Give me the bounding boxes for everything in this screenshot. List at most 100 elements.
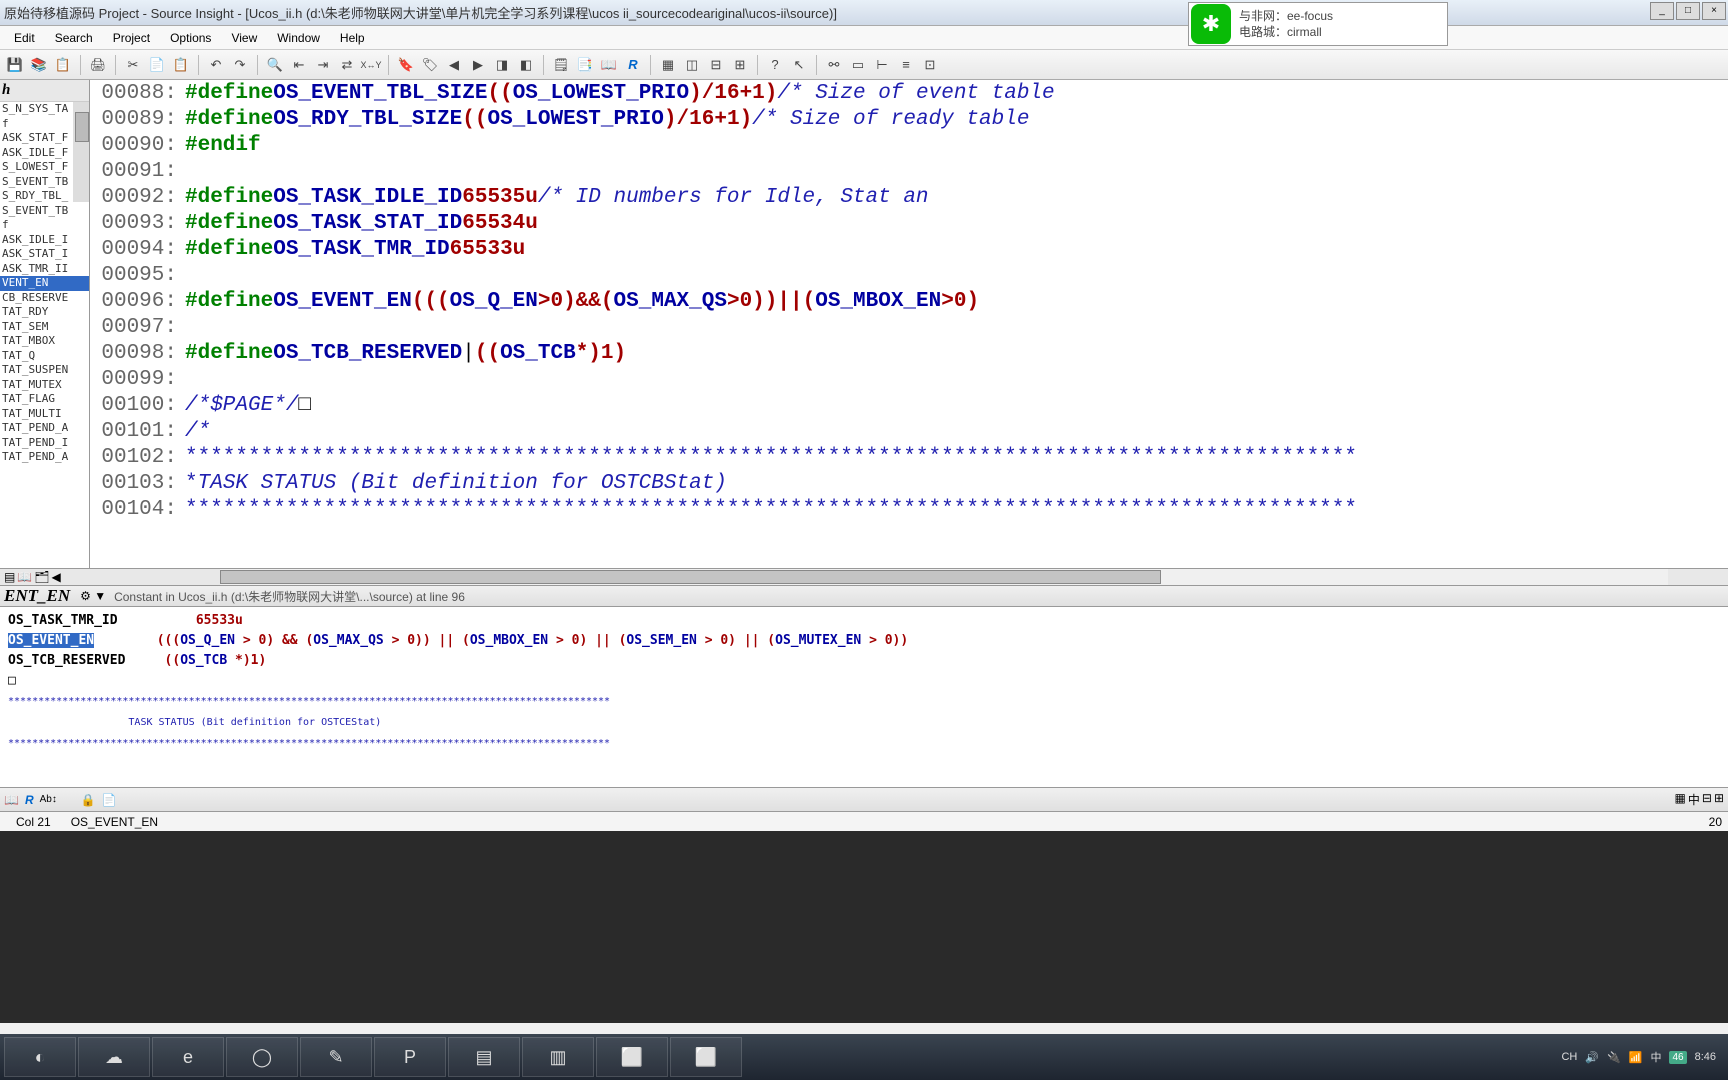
taskbar-app-1[interactable]: ☁ [78,1037,150,1077]
cut-icon[interactable]: ✂ [122,54,144,76]
symbol-item[interactable]: TAT_RDY [0,305,89,320]
hscroll-thumb[interactable] [220,570,1161,584]
symbol-item[interactable]: TAT_PEND_A [0,450,89,465]
code-line[interactable]: 00104: *********************************… [100,496,1728,522]
context-body[interactable]: OS_TASK_TMR_ID 65533uOS_EVENT_EN (((OS_Q… [0,607,1728,787]
taskbar-app-6[interactable]: ▤ [448,1037,520,1077]
code-line[interactable]: 00098: #define OS_TCB_RESERVED| ((OS_TCB… [100,340,1728,366]
code-line[interactable]: 00092: #define OS_TASK_IDLE_ID 65535u /*… [100,184,1728,210]
layout4-icon[interactable]: ⊞ [1714,791,1724,808]
taskbar[interactable]: ◐☁e◯✎P▤▥⬜⬜CH🔊🔌📶中468:46 [0,1034,1728,1080]
find-next-icon[interactable]: ⇥ [312,54,334,76]
box-icon[interactable]: ▭ [847,54,869,76]
menu-help[interactable]: Help [330,29,375,47]
horizontal-scrollbar[interactable]: ▤ 📖 🗂 ◀ [0,568,1728,585]
taskbar-app-3[interactable]: ◯ [226,1037,298,1077]
bookmark2-icon[interactable]: 🏷 [419,54,441,76]
lock-icon[interactable]: 🔒 [81,793,96,807]
view-icon[interactable]: ▤ [4,570,15,584]
window-icon[interactable]: ⊡ [919,54,941,76]
print-icon[interactable]: 🖨 [87,54,109,76]
taskbar-app-2[interactable]: e [152,1037,224,1077]
close-button[interactable]: × [1702,2,1726,20]
panel1-icon[interactable]: ▦ [657,54,679,76]
panel4-icon[interactable]: ⊞ [729,54,751,76]
code-line[interactable]: 00099: [100,366,1728,392]
symbol-item[interactable]: ASK_STAT_I [0,247,89,262]
panel2-icon[interactable]: ◫ [681,54,703,76]
book-icon[interactable]: 📖 [598,54,620,76]
layout3-icon[interactable]: ⊟ [1702,791,1712,808]
sidebar-scrollbar[interactable] [73,102,89,202]
tree-icon[interactable]: ⊢ [871,54,893,76]
menu-search[interactable]: Search [45,29,103,47]
code-line[interactable]: 00094: #define OS_TASK_TMR_ID 65533u [100,236,1728,262]
code-line[interactable]: 00095: [100,262,1728,288]
code-line[interactable]: 00088: #define OS_EVENT_TBL_SIZE ((OS_LO… [100,80,1728,106]
code-line[interactable]: 00103: * TASK STATUS (Bit definition for… [100,470,1728,496]
taskbar-app-9[interactable]: ⬜ [670,1037,742,1077]
taskbar-app-7[interactable]: ▥ [522,1037,594,1077]
symbol-item[interactable]: TAT_MBOX [0,334,89,349]
wechat-notification[interactable]: ✱ 与非网：ee-focus 电路城：cirmall [1188,2,1448,46]
maximize-button[interactable]: □ [1676,2,1700,20]
r-icon[interactable]: R [25,793,34,807]
outline-icon[interactable]: ≡ [895,54,917,76]
tab-icon[interactable]: 🗂 [34,570,49,584]
xy-icon[interactable]: X↔Y [360,54,382,76]
save-all-icon[interactable]: 📚 [28,54,50,76]
minimize-button[interactable]: _ [1650,2,1674,20]
menu-options[interactable]: Options [160,29,221,47]
symbol-item[interactable]: TAT_MULTI [0,407,89,422]
menu-project[interactable]: Project [103,29,160,47]
sym2-icon[interactable]: 📑 [574,54,596,76]
code-line[interactable]: 00096: #define OS_EVENT_EN (((OS_Q_EN > … [100,288,1728,314]
symbol-item[interactable]: TAT_SEM [0,320,89,335]
symbol-item[interactable]: S_EVENT_TB [0,204,89,219]
context-line[interactable]: TASK STATUS (Bit definition for OSTCESta… [8,712,1720,733]
menu-window[interactable]: Window [267,29,330,47]
panel3-icon[interactable]: ⊟ [705,54,727,76]
symbol-item[interactable]: TAT_MUTEX [0,378,89,393]
code-line[interactable]: 00097: [100,314,1728,340]
context-icons[interactable]: ⚙ ▼ [80,589,106,603]
nav2-icon[interactable]: ◧ [515,54,537,76]
paste-icon[interactable]: 📋 [170,54,192,76]
copy-icon[interactable]: 📋 [52,54,74,76]
symbol-item[interactable]: ASK_IDLE_I [0,233,89,248]
link-icon[interactable]: ⚯ [823,54,845,76]
book3-icon[interactable]: 📖 [4,793,19,807]
symbol-item[interactable]: TAT_SUSPEN [0,363,89,378]
symbol-item[interactable]: f [0,218,89,233]
context-line[interactable]: OS_EVENT_EN (((OS_Q_EN > 0) && (OS_MAX_Q… [8,631,1720,651]
doc-icon[interactable]: 📄 [102,793,117,807]
symbol-item[interactable]: TAT_PEND_A [0,421,89,436]
symbol-item[interactable]: TAT_Q [0,349,89,364]
forward-icon[interactable]: ▶ [467,54,489,76]
code-line[interactable]: 00093: #define OS_TASK_STAT_ID 65534u [100,210,1728,236]
replace-icon[interactable]: ⇄ [336,54,358,76]
copy2-icon[interactable]: 📄 [146,54,168,76]
context-line[interactable]: ****************************************… [8,691,1720,712]
context-line[interactable]: □ [8,671,1720,691]
taskbar-app-4[interactable]: ✎ [300,1037,372,1077]
context-line[interactable]: OS_TCB_RESERVED ((OS_TCB *)1) [8,651,1720,671]
context-line[interactable]: OS_TASK_TMR_ID 65533u [8,611,1720,631]
nav1-icon[interactable]: ◨ [491,54,513,76]
code-line[interactable]: 00102: *********************************… [100,444,1728,470]
code-line[interactable]: 00089: #define OS_RDY_TBL_SIZE ((OS_LOWE… [100,106,1728,132]
taskbar-app-0[interactable]: ◐ [4,1037,76,1077]
code-line[interactable]: 00091: [100,158,1728,184]
taskbar-app-8[interactable]: ⬜ [596,1037,668,1077]
sym1-icon[interactable]: 🗒 [550,54,572,76]
code-line[interactable]: 00090: #endif [100,132,1728,158]
find-icon[interactable]: 🔍 [264,54,286,76]
symbol-item[interactable]: VENT_EN [0,276,89,291]
layout1-icon[interactable]: ▦ [1675,791,1686,808]
help-icon[interactable]: ? [764,54,786,76]
code-line[interactable]: 00100: /*$PAGE*/□ [100,392,1728,418]
system-tray[interactable]: CH🔊🔌📶中468:46 [1561,1049,1724,1065]
pointer-icon[interactable]: ↖ [788,54,810,76]
menu-view[interactable]: View [221,29,267,47]
symbol-item[interactable]: TAT_FLAG [0,392,89,407]
